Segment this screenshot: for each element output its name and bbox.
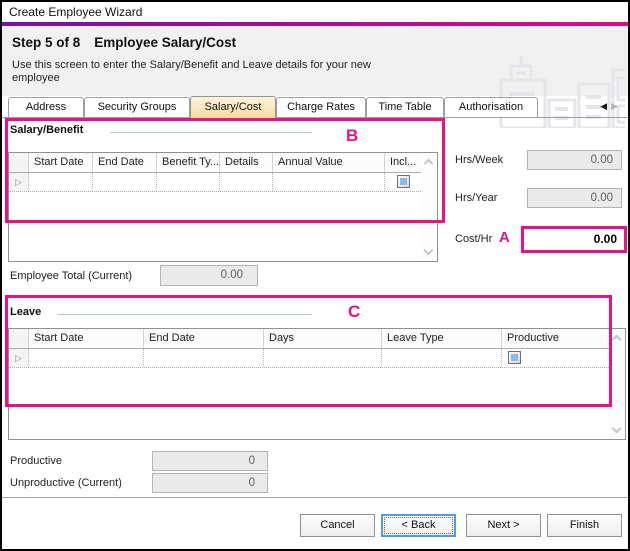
- leave-col-start-date[interactable]: Start Date: [29, 329, 144, 348]
- cost-hr-label: Cost/Hr: [455, 233, 492, 245]
- leave-divider: [58, 314, 312, 315]
- salary-col-annual-value[interactable]: Annual Value: [273, 153, 385, 172]
- tab-salary-cost[interactable]: Salary/Cost: [190, 96, 276, 118]
- next-button[interactable]: Next >: [466, 514, 541, 537]
- tab-address[interactable]: Address: [8, 97, 84, 117]
- salary-grid-corner-cell: [9, 153, 29, 172]
- productive-label: Productive: [10, 455, 62, 467]
- scroll-down-icon[interactable]: [612, 424, 622, 434]
- leave-col-days[interactable]: Days: [264, 329, 382, 348]
- productive-field: 0: [152, 451, 268, 471]
- tab-authorisation[interactable]: Authorisation: [444, 97, 538, 117]
- tab-security-groups[interactable]: Security Groups: [84, 97, 190, 117]
- salary-col-details[interactable]: Details: [220, 153, 273, 172]
- leave-grid-new-row[interactable]: ▷: [9, 349, 625, 368]
- tab-charge-rates[interactable]: Charge Rates: [276, 97, 366, 117]
- tab-scroll-left-icon[interactable]: ◀: [600, 101, 611, 111]
- window-title: Create Employee Wizard: [9, 5, 142, 19]
- hrs-week-label: Hrs/Week: [455, 154, 503, 166]
- tab-scroll-arrows: ◀▶: [600, 101, 622, 112]
- leave-cell-productive: [502, 349, 609, 367]
- scroll-up-icon[interactable]: [424, 159, 434, 169]
- annotation-letter-b: B: [346, 126, 358, 146]
- leave-grid-scrollbar[interactable]: [609, 329, 625, 439]
- salary-col-start-date[interactable]: Start Date: [29, 153, 93, 172]
- scroll-down-icon[interactable]: [424, 246, 434, 256]
- annotation-letter-c: C: [348, 302, 360, 322]
- button-bar-separator: [2, 497, 628, 498]
- salary-col-end-date[interactable]: End Date: [93, 153, 157, 172]
- step-heading: Step 5 of 8 Employee Salary/Cost: [12, 35, 236, 50]
- title-bar: Create Employee Wizard: [2, 2, 628, 22]
- leave-col-end-date[interactable]: End Date: [144, 329, 264, 348]
- hrs-year-field: 0.00: [527, 188, 622, 208]
- leave-cell-leave-type[interactable]: [382, 349, 502, 367]
- employee-total-label: Employee Total (Current): [10, 270, 132, 282]
- step-description: Use this screen to enter the Salary/Bene…: [12, 59, 432, 85]
- salary-col-benefit-type[interactable]: Benefit Ty...: [157, 153, 220, 172]
- salary-cell-annual-value[interactable]: [273, 173, 385, 191]
- leave-col-leave-type[interactable]: Leave Type: [382, 329, 502, 348]
- tab-strip-baseline: [2, 117, 628, 118]
- salary-benefit-grid[interactable]: Start Date End Date Benefit Ty... Detail…: [8, 152, 438, 262]
- page-title: Employee Salary/Cost: [94, 35, 236, 50]
- salary-cell-details[interactable]: [220, 173, 273, 191]
- leave-grid-corner-cell: [9, 329, 29, 348]
- tab-strip: Address Security Groups Salary/Cost Char…: [2, 96, 628, 118]
- salary-grid-header: Start Date End Date Benefit Ty... Detail…: [9, 153, 437, 173]
- hrs-week-field: 0.00: [527, 150, 622, 170]
- annotation-letter-a: A: [499, 229, 510, 246]
- wizard-header: Step 5 of 8 Employee Salary/Cost Use this…: [2, 26, 628, 96]
- leave-cell-start-date[interactable]: [29, 349, 144, 367]
- salary-benefit-section-label: Salary/Benefit: [10, 124, 83, 136]
- productive-checkbox[interactable]: [508, 351, 521, 364]
- include-checkbox[interactable]: [397, 175, 410, 188]
- leave-grid[interactable]: Start Date End Date Days Leave Type Prod…: [8, 328, 626, 440]
- back-button[interactable]: < Back: [381, 514, 456, 537]
- salary-row-selector[interactable]: ▷: [9, 173, 29, 191]
- tab-scroll-right-icon[interactable]: ▶: [611, 101, 622, 111]
- hrs-year-label: Hrs/Year: [455, 192, 497, 204]
- unproductive-label: Unproductive (Current): [10, 477, 122, 489]
- salary-grid-scrollbar[interactable]: [421, 153, 437, 261]
- salary-cell-end-date[interactable]: [93, 173, 157, 191]
- salary-benefit-divider: [110, 132, 312, 133]
- tab-time-table[interactable]: Time Table: [366, 97, 444, 117]
- unproductive-field: 0: [152, 473, 268, 493]
- finish-button[interactable]: Finish: [547, 514, 622, 537]
- salary-grid-new-row[interactable]: ▷: [9, 173, 437, 192]
- cancel-button[interactable]: Cancel: [300, 514, 375, 537]
- create-employee-wizard-dialog: Create Employee Wizard Step 5 of 8 Employ…: [0, 0, 630, 551]
- focus-ring: [384, 517, 453, 534]
- employee-total-field: 0.00: [160, 265, 258, 286]
- leave-cell-days[interactable]: [264, 349, 382, 367]
- leave-grid-header: Start Date End Date Days Leave Type Prod…: [9, 329, 625, 349]
- salary-cell-include: [385, 173, 421, 191]
- salary-cell-benefit-type[interactable]: [157, 173, 220, 191]
- cost-hr-field[interactable]: 0.00: [525, 230, 623, 249]
- scroll-up-icon[interactable]: [612, 335, 622, 345]
- leave-row-selector[interactable]: ▷: [9, 349, 29, 367]
- leave-col-productive[interactable]: Productive: [502, 329, 609, 348]
- leave-section-label: Leave: [10, 306, 41, 318]
- salary-col-include[interactable]: Incl...: [385, 153, 421, 172]
- salary-cell-start-date[interactable]: [29, 173, 93, 191]
- step-number: Step 5 of 8: [12, 35, 80, 50]
- leave-cell-end-date[interactable]: [144, 349, 264, 367]
